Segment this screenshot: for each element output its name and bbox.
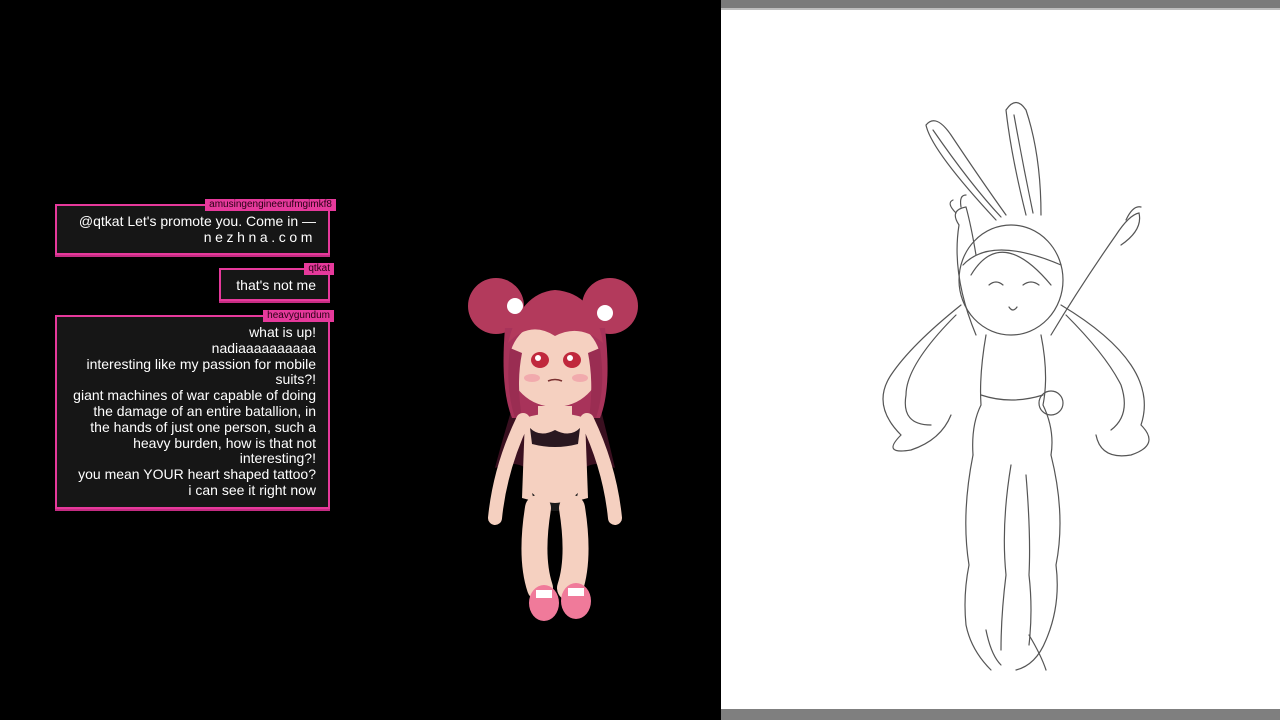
chat-message: amusingengineerufmgimkf8 @qtkat Let's pr… xyxy=(55,199,336,255)
chat-text: you mean YOUR heart shaped tattoo? xyxy=(78,466,316,483)
stream-area: amusingengineerufmgimkf8 @qtkat Let's pr… xyxy=(0,0,721,720)
chat-text: @qtkat Let's promote you. Come in — xyxy=(78,213,316,229)
chat-message: qtkat that's not me xyxy=(219,263,334,301)
chat-text: the damage of an entire batallion, in xyxy=(93,402,316,419)
chat-text: what is up! xyxy=(249,324,316,340)
chat-text: heavy burden, how is that not xyxy=(133,434,316,451)
drawing-canvas[interactable] xyxy=(721,0,1280,720)
chat-text: nezhna.com xyxy=(203,228,316,245)
sketch-figure-icon xyxy=(882,101,1150,671)
chat-text: nadiaaaaaaaaaa xyxy=(211,339,316,356)
vtuber-avatar xyxy=(460,268,650,633)
chat-text: interesting like my passion for mobile xyxy=(86,355,316,372)
chat-text: interesting?! xyxy=(239,450,316,467)
chat-text: the hands of just one person, such a xyxy=(90,418,316,435)
chat-text: giant machines of war capable of doing xyxy=(73,387,316,404)
chat-username: heavygundum xyxy=(263,310,334,322)
chat-message: heavygundum what is up! nadiaaaaaaaaaa i… xyxy=(55,310,334,509)
chat-text: that's not me xyxy=(236,277,316,293)
chat-username: amusingengineerufmgimkf8 xyxy=(205,199,336,211)
chat-text: suits?! xyxy=(275,371,316,388)
chat-username: qtkat xyxy=(304,263,334,275)
canvas-top-border xyxy=(721,0,1280,10)
chat-text: i can see it right now xyxy=(188,481,316,498)
sketch xyxy=(851,95,1171,680)
canvas-bottom-border xyxy=(721,709,1280,720)
avatar-figure-icon xyxy=(468,278,638,621)
